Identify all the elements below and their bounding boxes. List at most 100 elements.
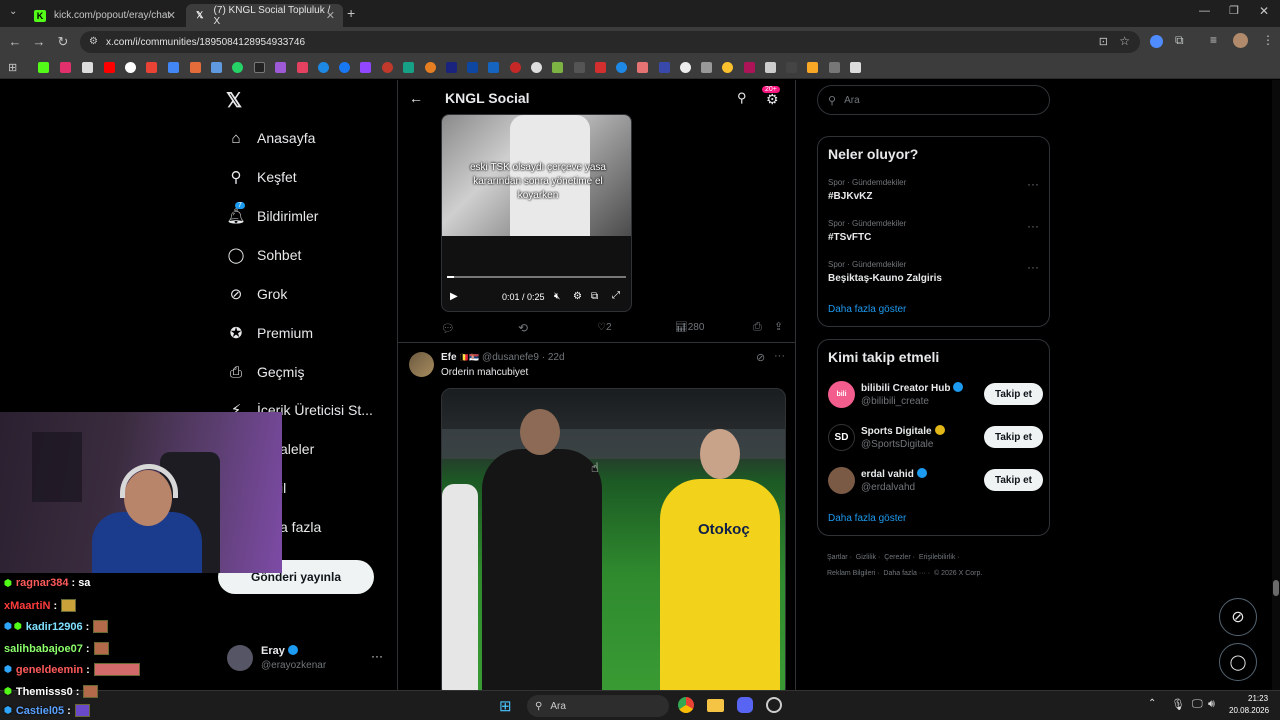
back-arrow-icon[interactable]: ← bbox=[409, 90, 423, 106]
new-tab-icon[interactable]: + bbox=[347, 5, 355, 21]
search-input[interactable]: ⚲ Ara bbox=[817, 85, 1050, 115]
file-explorer-icon[interactable] bbox=[707, 699, 724, 712]
more-dots-icon[interactable]: ··· bbox=[774, 350, 785, 362]
network-icon[interactable]: 🖵 bbox=[1192, 698, 1203, 711]
trend-item[interactable]: Spor · Gündemdekiler Beşiktaş-Kauno Zalg… bbox=[828, 260, 942, 284]
bookmark-whatsapp-icon[interactable] bbox=[232, 62, 243, 73]
bookmark-star-icon[interactable]: ☆ bbox=[1119, 34, 1130, 48]
bookmark-icon[interactable] bbox=[595, 62, 606, 73]
bookmark-icon[interactable] bbox=[211, 62, 222, 73]
author-name[interactable]: Efe bbox=[441, 352, 457, 363]
tab-list-chevron-icon[interactable]: ⌄ bbox=[9, 6, 17, 17]
bookmark-instagram-icon[interactable] bbox=[60, 62, 71, 73]
sidebar-item-premium[interactable]: ✪ Premium bbox=[227, 320, 313, 346]
sidebar-item-grok[interactable]: ⊘ Grok bbox=[227, 281, 288, 307]
taskbar-search-input[interactable]: ⚲ Ara bbox=[527, 695, 669, 717]
pip-icon[interactable]: ⧉ bbox=[591, 291, 598, 302]
bookmark-icon[interactable] bbox=[829, 62, 840, 73]
grok-icon[interactable]: ⊘ bbox=[756, 351, 765, 364]
follow-button[interactable]: Takip et bbox=[984, 469, 1043, 491]
bookmark-icon[interactable] bbox=[807, 62, 818, 73]
post-video-player[interactable]: eski TSK olsaydı çerçeve yasa kararından… bbox=[441, 114, 632, 312]
site-info-icon[interactable]: ⚙ bbox=[89, 36, 98, 47]
video-progress-bar[interactable] bbox=[447, 276, 626, 278]
messages-float-button[interactable]: ◯ bbox=[1219, 643, 1257, 681]
bookmark-icon[interactable] bbox=[403, 62, 414, 73]
footer-link[interactable]: Gizlilik bbox=[856, 554, 876, 561]
trends-show-more-link[interactable]: Daha fazla göster bbox=[828, 304, 906, 315]
mute-icon[interactable]: 🔇︎ bbox=[554, 291, 560, 302]
follow-suggestion[interactable]: SD Sports Digitale @SportsDigitale Takip… bbox=[828, 424, 1043, 454]
windows-start-icon[interactable]: ⊞ bbox=[499, 697, 512, 715]
clock-date[interactable]: 20.08.2026 bbox=[1229, 706, 1269, 715]
minimize-icon[interactable]: — bbox=[1199, 5, 1210, 17]
trend-item[interactable]: Spor · Gündemdekiler #TSvFTC bbox=[828, 219, 906, 243]
views-button[interactable]: 📊︎ 280 bbox=[675, 322, 704, 333]
fullscreen-icon[interactable]: ⤢ bbox=[612, 290, 620, 301]
bookmark-icon[interactable] bbox=[275, 62, 286, 73]
close-icon[interactable]: ✕ bbox=[326, 9, 335, 22]
microphone-icon[interactable]: 🎙︎ bbox=[1171, 698, 1185, 711]
extensions-puzzle-icon[interactable]: ⧉ bbox=[1175, 33, 1184, 48]
grok-float-button[interactable]: ⊘ bbox=[1219, 598, 1257, 636]
bookmark-icon[interactable] bbox=[765, 62, 776, 73]
follow-button[interactable]: Takip et bbox=[984, 426, 1043, 448]
post-time[interactable]: 22d bbox=[548, 352, 565, 363]
bookmark-icon[interactable] bbox=[254, 62, 265, 73]
forward-icon[interactable]: → bbox=[31, 34, 47, 49]
tab-x-community[interactable]: 𝕏 (7) KNGL Social Topluluk / X ✕ bbox=[186, 4, 343, 27]
bookmark-icon[interactable] bbox=[574, 62, 585, 73]
footer-link[interactable]: Reklam Bilgileri bbox=[827, 570, 875, 577]
close-icon[interactable]: ✕ bbox=[167, 9, 176, 22]
extension-icon[interactable] bbox=[1150, 35, 1163, 48]
more-dots-icon[interactable]: ··· bbox=[1027, 260, 1039, 274]
footer-link[interactable]: Erişilebilirlik bbox=[919, 554, 956, 561]
sidebar-item-bookmarks[interactable]: ⎙ Geçmiş bbox=[227, 359, 304, 385]
bookmark-icon[interactable] bbox=[318, 62, 329, 73]
bookmark-kick-icon[interactable] bbox=[38, 62, 49, 73]
scrollbar-thumb[interactable] bbox=[1273, 580, 1279, 596]
bookmark-icon[interactable] bbox=[850, 62, 861, 73]
back-icon[interactable]: ← bbox=[7, 34, 23, 49]
sidebar-item-articles[interactable]: aleler bbox=[280, 436, 314, 462]
play-icon[interactable]: ▶ bbox=[450, 291, 458, 302]
install-icon[interactable]: ⊡ bbox=[1099, 35, 1108, 48]
sidebar-item-explore[interactable]: ⚲ Keşfet bbox=[227, 164, 297, 190]
sidebar-item-home[interactable]: ⌂ Anasayfa bbox=[227, 125, 315, 151]
sidebar-item-more[interactable]: a fazla bbox=[280, 514, 321, 540]
menu-kebab-icon[interactable]: ⋮ bbox=[1262, 33, 1274, 47]
reload-icon[interactable]: ↻ bbox=[55, 34, 71, 50]
post-video[interactable]: Otokoç bbox=[441, 388, 786, 690]
footer-link[interactable]: Çerezler bbox=[884, 554, 910, 561]
bookmark-icon[interactable] bbox=[659, 62, 670, 73]
trend-item[interactable]: Spor · Gündemdekiler #BJKvKZ bbox=[828, 178, 906, 202]
volume-icon[interactable]: 🔊︎ bbox=[1208, 698, 1215, 711]
bookmark-icon[interactable] bbox=[552, 62, 563, 73]
account-switcher[interactable]: Eray @erayozkenar ··· bbox=[227, 643, 387, 675]
bookmark-icon[interactable] bbox=[701, 62, 712, 73]
bookmark-icon[interactable] bbox=[637, 62, 648, 73]
follow-button[interactable]: Takip et bbox=[984, 383, 1043, 405]
chrome-icon[interactable] bbox=[678, 697, 694, 713]
avatar[interactable] bbox=[409, 352, 434, 377]
media-icon[interactable]: ≡ bbox=[1210, 33, 1217, 47]
footer-link[interactable]: Daha fazla ··· bbox=[883, 570, 925, 577]
reply-icon[interactable]: 💬︎ bbox=[441, 322, 455, 335]
bookmark-icon[interactable] bbox=[510, 62, 521, 73]
bookmark-icon[interactable] bbox=[722, 62, 733, 73]
bookmark-icon[interactable] bbox=[744, 62, 755, 73]
bookmark-icon[interactable] bbox=[382, 62, 393, 73]
bookmark-youtube-icon[interactable] bbox=[104, 62, 115, 73]
more-dots-icon[interactable]: ··· bbox=[1027, 177, 1039, 191]
bookmark-icon[interactable] bbox=[446, 62, 457, 73]
tab-kick-chat[interactable]: K kick.com/popout/eray/chat ✕ bbox=[26, 4, 184, 27]
bookmark-icon[interactable] bbox=[680, 62, 691, 73]
bookmark-gmail-icon[interactable] bbox=[146, 62, 157, 73]
bookmark-icon[interactable] bbox=[616, 62, 627, 73]
bookmark-twitch-icon[interactable] bbox=[360, 62, 371, 73]
bookmark-icon[interactable] bbox=[786, 62, 797, 73]
footer-link[interactable]: Şartlar bbox=[827, 554, 848, 561]
follow-suggestion[interactable]: erdal vahid @erdalvahd Takip et bbox=[828, 467, 1043, 497]
chevron-up-icon[interactable]: ⌃ bbox=[1148, 698, 1156, 709]
like-button[interactable]: ♡ 2 bbox=[597, 322, 612, 333]
